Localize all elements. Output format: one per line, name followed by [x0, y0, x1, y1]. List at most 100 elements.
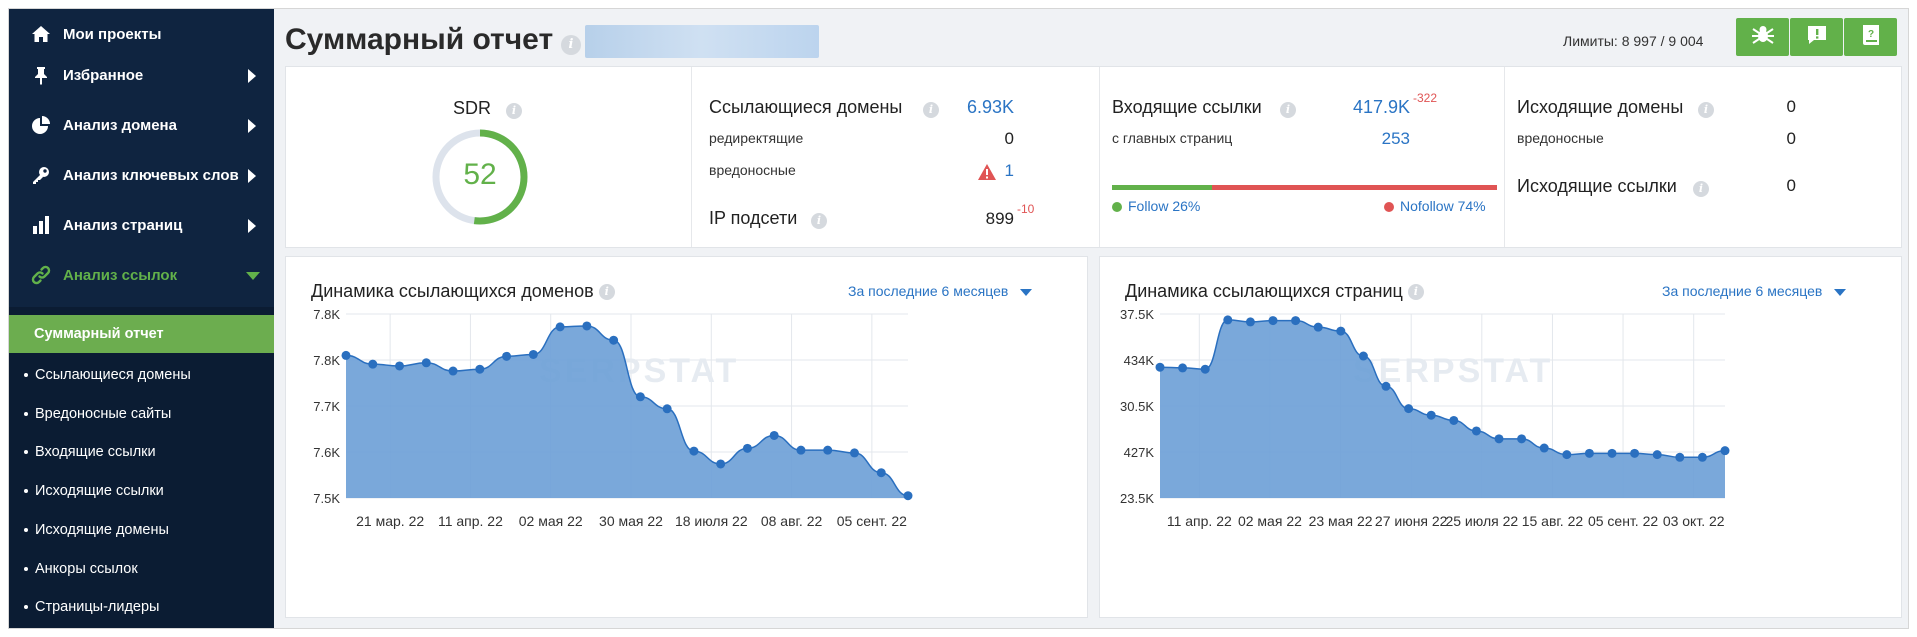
- x-tick-label: 15 авг. 22: [1522, 513, 1584, 529]
- data-point: [1404, 404, 1414, 414]
- main-pages-value[interactable]: 253: [1326, 129, 1410, 149]
- x-tick-label: 03 окт. 22: [1663, 513, 1725, 529]
- y-tick-label: 23.5K: [1120, 491, 1154, 506]
- period-label: За последние 6 месяцев: [1662, 283, 1823, 299]
- submenu-item-outgoing-domains[interactable]: Исходящие домены: [9, 511, 274, 549]
- x-tick-label: 02 мая 22: [519, 513, 583, 529]
- y-tick-label: 37.5K: [1120, 307, 1154, 322]
- data-point: [1630, 448, 1640, 458]
- redirect-value: 0: [1004, 129, 1014, 148]
- sdr-label: SDR: [453, 98, 492, 118]
- period-dropdown[interactable]: За последние 6 месяцев: [1662, 283, 1847, 299]
- sidebar-item-favorites[interactable]: Избранное: [9, 50, 274, 100]
- y-tick-label: 7.6K: [313, 445, 340, 460]
- submenu-item-label: Исходящие домены: [35, 522, 169, 538]
- follow-ratio-bar: [1112, 185, 1497, 190]
- data-point: [1539, 443, 1549, 453]
- info-icon[interactable]: i: [1407, 284, 1424, 301]
- submenu-item-top-pages[interactable]: Страницы-лидеры: [9, 588, 274, 626]
- data-point: [1291, 316, 1301, 326]
- x-tick-label: 05 сент. 22: [837, 513, 907, 529]
- submenu-item-referring-domains[interactable]: Ссылающиеся домены: [9, 356, 274, 394]
- submenu-item-backlinks[interactable]: Входящие ссылки: [9, 433, 274, 471]
- chevron-right-icon: [248, 169, 256, 183]
- y-tick-label: 7.8K: [313, 307, 340, 322]
- pie-chart-icon: [27, 115, 55, 135]
- info-icon[interactable]: i: [1693, 181, 1709, 197]
- ip-subnets-delta: -10: [1017, 202, 1035, 216]
- data-point: [1245, 317, 1255, 327]
- data-point: [1313, 322, 1323, 332]
- outgoing-links-value: 0: [1786, 176, 1796, 195]
- ref-domains-value[interactable]: 6.93K: [886, 97, 1014, 118]
- data-point: [609, 335, 619, 345]
- period-dropdown[interactable]: За последние 6 месяцев: [848, 283, 1033, 299]
- backlinks-label: Входящие ссылки: [1112, 97, 1262, 117]
- info-icon[interactable]: i: [1698, 102, 1714, 118]
- data-point: [1562, 450, 1572, 460]
- feedback-button[interactable]: [1790, 18, 1843, 56]
- data-point: [662, 404, 672, 414]
- ref-domains-area-chart: 7.8K 7.8K 7.7K 7.6K 7.5K 21 мар. 22 11 апр. 22…: [313, 307, 913, 529]
- submenu-item-link-anchors[interactable]: Анкоры ссылок: [9, 550, 274, 588]
- data-point: [421, 358, 431, 368]
- sidebar-item-link-analysis[interactable]: Анализ ссылок: [9, 250, 274, 300]
- outgoing-links-label: Исходящие ссылки: [1517, 176, 1677, 196]
- data-point: [849, 448, 859, 458]
- chevron-right-icon: [248, 69, 256, 83]
- data-point: [1358, 351, 1368, 361]
- info-icon[interactable]: i: [598, 284, 615, 301]
- sidebar-item-domain-analysis[interactable]: Анализ домена: [9, 100, 274, 150]
- limits-counter: Лимиты: 8 997 / 9 004: [1563, 33, 1704, 49]
- x-tick-label: 25 июля 22: [1445, 513, 1518, 529]
- data-point: [475, 364, 485, 374]
- info-icon[interactable]: i: [506, 103, 522, 119]
- help-button[interactable]: ?: [1844, 18, 1897, 56]
- legend-dot-icon: [1112, 202, 1122, 213]
- info-icon[interactable]: i: [811, 213, 827, 229]
- caret-down-icon: [1020, 288, 1033, 296]
- outgoing-malicious-label: вредоносные: [1517, 130, 1604, 146]
- data-point: [769, 430, 779, 440]
- x-tick-label: 30 мая 22: [599, 513, 663, 529]
- submenu-item-summary-report[interactable]: Суммарный отчет: [9, 315, 274, 353]
- chevron-down-icon: [246, 272, 260, 280]
- summary-stats-card: SDR i 52 Ссылающиеся домены i 6.93K реди…: [285, 66, 1902, 248]
- x-tick-label: 02 мая 22: [1238, 513, 1302, 529]
- backlinks-value[interactable]: 417.9K: [1286, 97, 1410, 118]
- submenu-item-outgoing-links[interactable]: Исходящие ссылки: [9, 472, 274, 510]
- chart-title-text: Динамика ссылающихся страниц: [1125, 281, 1403, 301]
- follow-legend: Follow 26%: [1112, 198, 1200, 214]
- submenu-item-malicious-sites[interactable]: Вредоносные сайты: [9, 395, 274, 433]
- x-tick-label: 08 авг. 22: [761, 513, 823, 529]
- y-tick-label: 427K: [1124, 445, 1155, 460]
- malicious-value[interactable]: 1: [976, 161, 1014, 181]
- outgoing-malicious-value: 0: [1786, 129, 1796, 148]
- sidebar-item-keyword-analysis[interactable]: Анализ ключевых слов: [9, 150, 274, 200]
- help-book-icon: ?: [1860, 23, 1882, 52]
- bar-chart-icon: [27, 215, 55, 235]
- bullet-icon: [24, 412, 28, 416]
- submenu-item-label: Исходящие ссылки: [35, 483, 164, 499]
- sidebar-item-label: Мои проекты: [63, 25, 162, 43]
- page-title: Суммарный отчет: [285, 23, 554, 56]
- data-point: [502, 351, 512, 361]
- y-tick-label: 434K: [1124, 353, 1155, 368]
- info-icon[interactable]: i: [561, 35, 581, 55]
- app-window: Мои проекты Избранное Анализ домена Анал…: [8, 8, 1909, 629]
- x-tick-label: 23 мая 22: [1309, 513, 1373, 529]
- spider-button[interactable]: [1736, 18, 1789, 56]
- submenu-item-label: Страницы-лидеры: [35, 599, 160, 615]
- follow-ratio-fill: [1112, 185, 1213, 190]
- sidebar-item-page-analysis[interactable]: Анализ страниц: [9, 200, 274, 250]
- chart-title: Динамика ссылающихся страниц i: [1125, 281, 1424, 302]
- divider: [1504, 67, 1505, 247]
- data-point: [1381, 381, 1391, 391]
- sidebar-item-label: Анализ ключевых слов: [63, 166, 239, 184]
- submenu-item-label: Вредоносные сайты: [35, 406, 172, 422]
- legend-dot-icon: [1384, 202, 1394, 213]
- follow-label: Follow 26%: [1128, 198, 1201, 214]
- ip-subnets-label: IP подсети: [709, 208, 798, 228]
- sidebar-item-label: Анализ страниц: [63, 216, 183, 234]
- main-pages-label: с главных страниц: [1112, 130, 1233, 146]
